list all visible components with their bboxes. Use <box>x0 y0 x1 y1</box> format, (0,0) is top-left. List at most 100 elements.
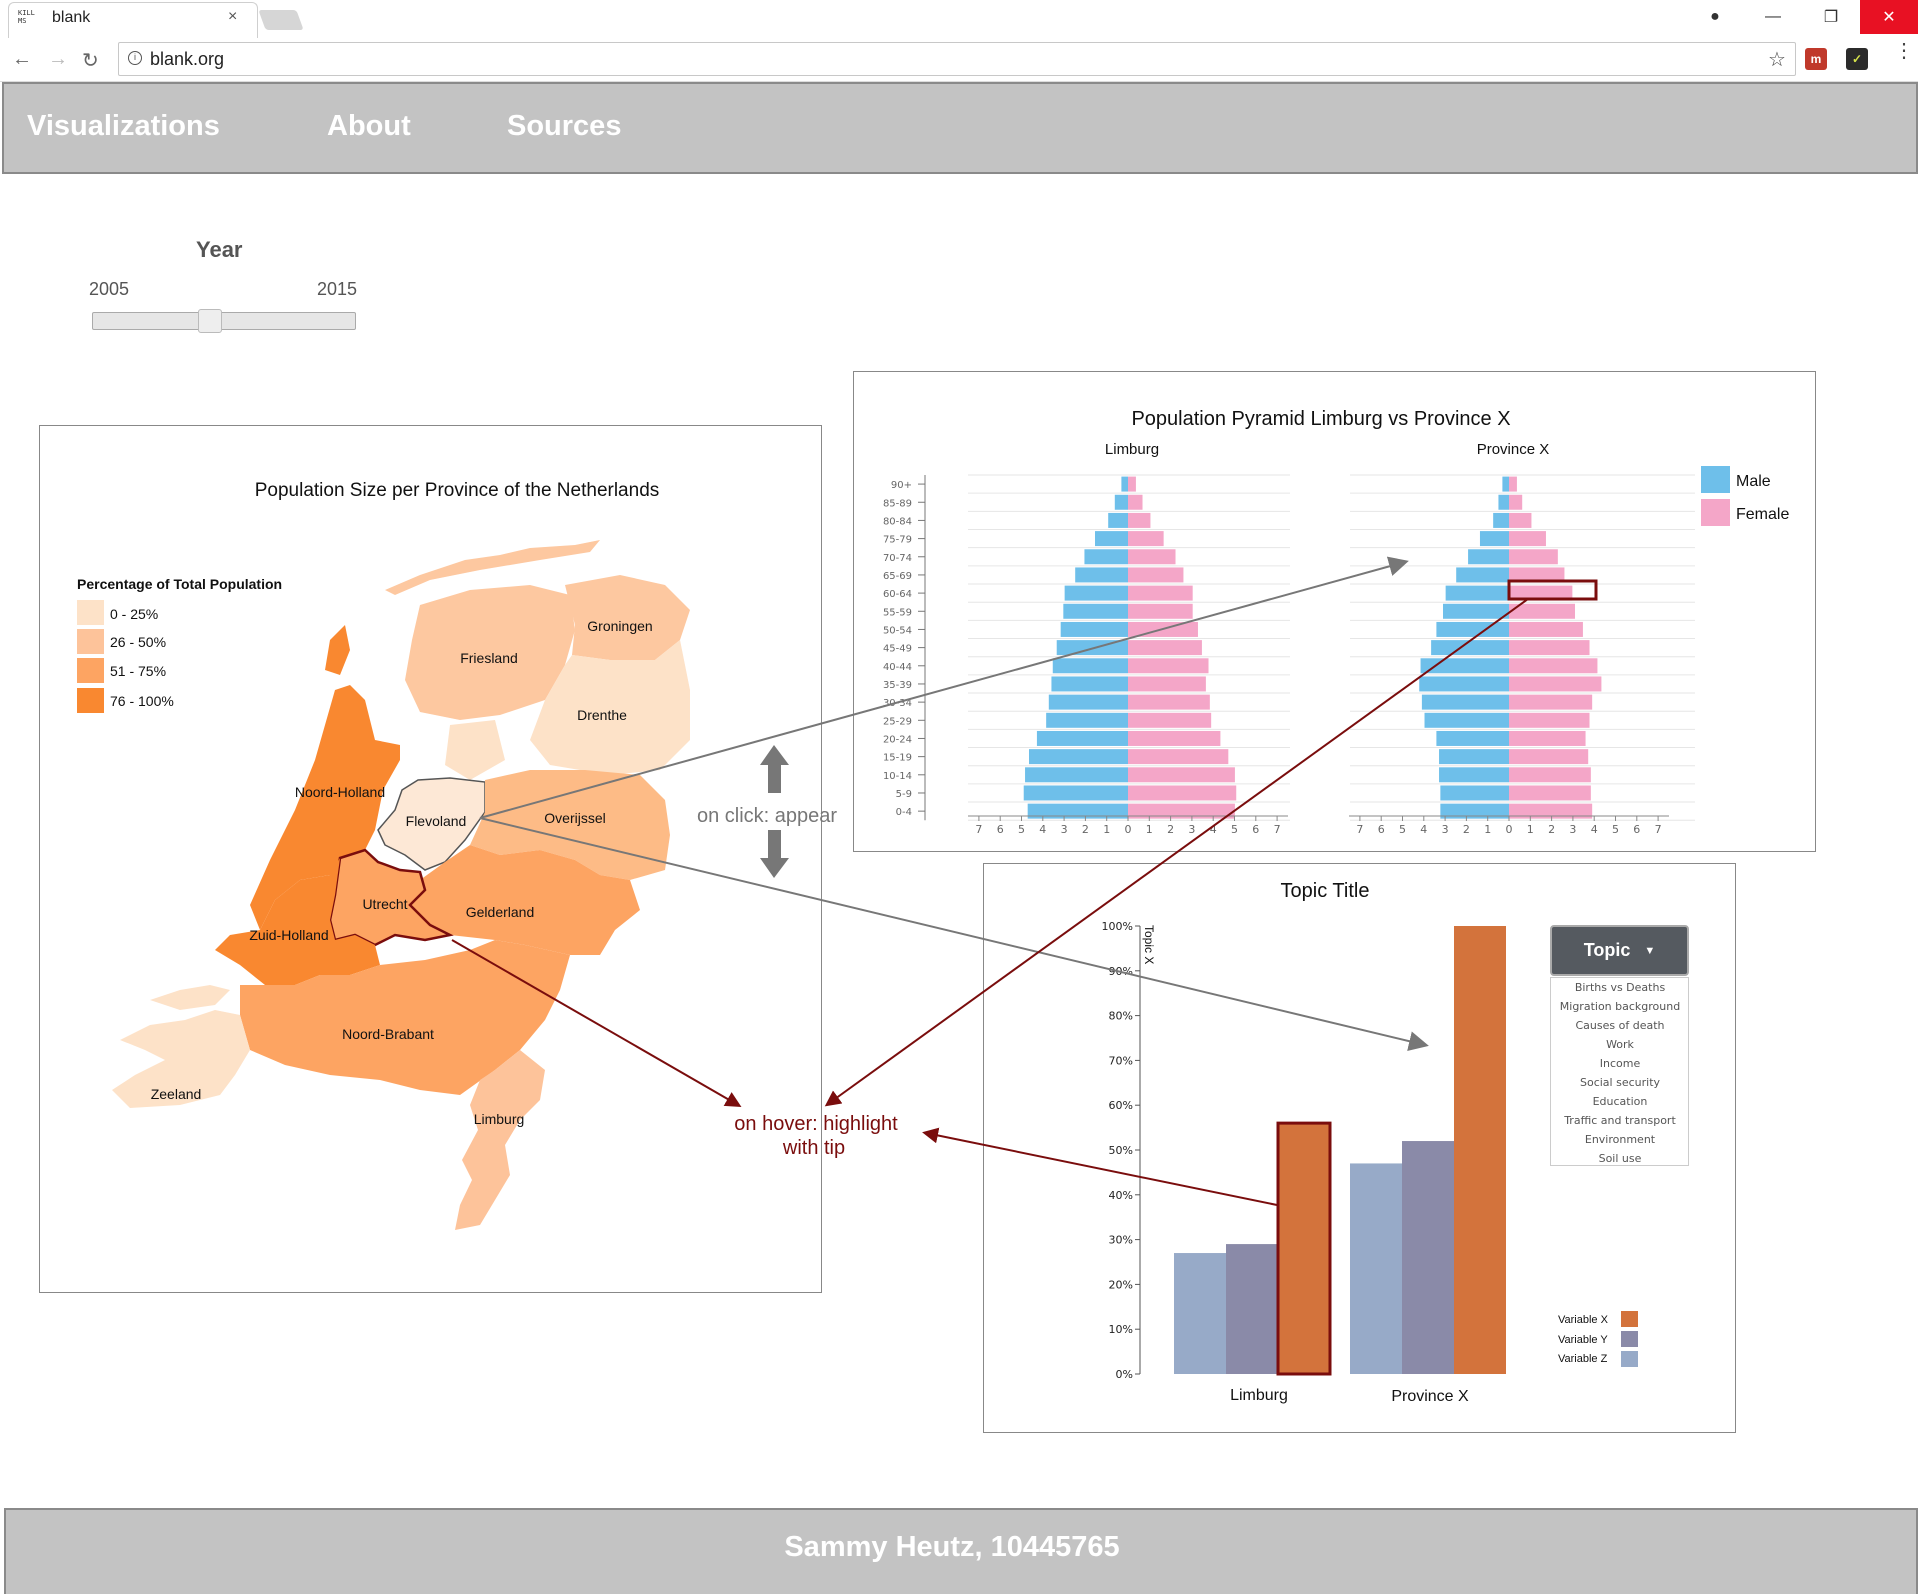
legend-swatch-3 <box>77 688 104 713</box>
pyramid-bar-male[interactable] <box>1479 531 1509 547</box>
pyramid-bar-female[interactable] <box>1128 694 1210 710</box>
pyramid-bar-male[interactable] <box>1456 567 1509 583</box>
bar-variable-y[interactable] <box>1226 1244 1278 1374</box>
pyramid-bar-female[interactable] <box>1128 549 1176 565</box>
pyramid-bar-female[interactable] <box>1128 676 1206 692</box>
topic-option-social-security[interactable]: Social security <box>1551 1073 1689 1092</box>
pyramid-bar-female[interactable] <box>1509 730 1586 746</box>
pyramid-bar-male[interactable] <box>1023 785 1128 801</box>
pyramid-bar-female[interactable] <box>1509 621 1583 637</box>
pyramid-bar-female[interactable] <box>1128 767 1235 783</box>
pyramid-bar-female[interactable] <box>1509 549 1558 565</box>
pyramid-bar-female[interactable] <box>1128 658 1209 674</box>
pyramid-bar-male[interactable] <box>1445 585 1509 601</box>
pyramid-bar-female[interactable] <box>1128 640 1202 656</box>
pyramid-bar-female[interactable] <box>1128 712 1212 728</box>
pyramid-bar-female[interactable] <box>1128 476 1136 492</box>
pyramid-axis-tick-label: 4 <box>1420 823 1427 836</box>
pyramid-bar-male[interactable] <box>1046 712 1128 728</box>
bar-legend-label-0: Variable X <box>1558 1314 1609 1326</box>
pyramid-bar-female[interactable] <box>1128 512 1151 528</box>
bar-variable-y[interactable] <box>1402 1141 1454 1374</box>
pyramid-bar-male[interactable] <box>1436 730 1509 746</box>
pyramid-bar-male[interactable] <box>1419 676 1509 692</box>
pyramid-bar-female[interactable] <box>1509 658 1598 674</box>
pyramid-bar-female[interactable] <box>1509 531 1546 547</box>
pyramid-bar-male[interactable] <box>1025 767 1128 783</box>
pyramid-bar-female[interactable] <box>1509 712 1590 728</box>
pyramid-bar-male[interactable] <box>1051 676 1128 692</box>
pyramid-bar-female[interactable] <box>1128 749 1229 765</box>
topic-dropdown-button[interactable]: Topic ▼ <box>1550 925 1689 976</box>
label-noord-brabant: Noord-Brabant <box>342 1026 434 1042</box>
pyramid-bar-female[interactable] <box>1128 785 1237 801</box>
pyramid-bar-male[interactable] <box>1424 712 1509 728</box>
pyramid-bar-male[interactable] <box>1108 512 1128 528</box>
bar-variable-x[interactable] <box>1276 1121 1332 1376</box>
map-legend: 0 - 25% 26 - 50% 51 - 75% 76 - 100% <box>77 600 174 713</box>
pyramid-bar-male[interactable] <box>1443 603 1509 619</box>
pyramid-bar-male[interactable] <box>1439 749 1509 765</box>
pyramid-bar-male[interactable] <box>1036 730 1128 746</box>
pyramid-bar-male[interactable] <box>1431 640 1509 656</box>
topic-option-environment[interactable]: Environment <box>1551 1130 1689 1149</box>
pyramid-bar-male[interactable] <box>1114 494 1128 510</box>
pyramid-bar-male[interactable] <box>1493 512 1509 528</box>
hover-annotation-line1: on hover: highlight <box>734 1113 898 1135</box>
map-title: Population Size per Province of the Neth… <box>255 480 660 501</box>
pyramid-bar-male[interactable] <box>1075 567 1128 583</box>
pyramid-bar-male[interactable] <box>1121 476 1128 492</box>
pyramid-axis-tick-label: 6 <box>1378 823 1385 836</box>
pyramid-bar-female[interactable] <box>1128 730 1221 746</box>
bar-y-tick-label: 0% <box>1116 1368 1133 1381</box>
pyramid-bar-female[interactable] <box>1128 585 1193 601</box>
pyramid-bar-female[interactable] <box>1128 603 1193 619</box>
pyramid-bar-male[interactable] <box>1439 767 1509 783</box>
topic-option-births-vs-deaths[interactable]: Births vs Deaths <box>1551 978 1689 997</box>
bar-y-axis-label: Topic X <box>1142 925 1156 964</box>
pyramid-bar-female[interactable] <box>1509 494 1523 510</box>
pyramid-bar-male[interactable] <box>1095 531 1128 547</box>
bar-variable-z[interactable] <box>1350 1163 1402 1374</box>
pyramid-axis-tick-label: 4 <box>1591 823 1598 836</box>
pyramid-bar-male[interactable] <box>1498 494 1509 510</box>
topic-option-migration-background[interactable]: Migration background <box>1551 997 1689 1016</box>
pyramid-age-labels: 90+ 85-89 80-84 75-79 70-74 65-69 60-64 55-59 50… <box>883 475 926 821</box>
label-utrecht: Utrecht <box>362 896 407 912</box>
pyramid-bar-male[interactable] <box>1048 694 1128 710</box>
pyramid-bar-male[interactable] <box>1064 585 1128 601</box>
bar-y-tick-label: 50% <box>1109 1144 1133 1157</box>
pyramid-bar-male[interactable] <box>1440 785 1509 801</box>
topic-option-traffic-and-transport[interactable]: Traffic and transport <box>1551 1111 1689 1130</box>
pyramid-bar-male[interactable] <box>1060 621 1128 637</box>
pyramid-bar-male[interactable] <box>1029 749 1128 765</box>
bar-variable-x[interactable] <box>1454 926 1506 1374</box>
pyramid-bar-female[interactable] <box>1128 567 1184 583</box>
pyramid-bar-female[interactable] <box>1128 494 1143 510</box>
pyramid-bar-female[interactable] <box>1509 767 1591 783</box>
pyramid-bar-male[interactable] <box>1052 658 1128 674</box>
topic-option-work[interactable]: Work <box>1551 1035 1689 1054</box>
pyramid-bar-female[interactable] <box>1509 785 1591 801</box>
pyramid-bar-male[interactable] <box>1063 603 1128 619</box>
pyramid-bar-male[interactable] <box>1502 476 1509 492</box>
topic-option-causes-of-death[interactable]: Causes of death <box>1551 1016 1689 1035</box>
pyramid-bar-female[interactable] <box>1509 512 1532 528</box>
pyramid-bar-male[interactable] <box>1084 549 1128 565</box>
pyramid-bar-female[interactable] <box>1509 694 1593 710</box>
pyramid-bar-female[interactable] <box>1509 749 1589 765</box>
pyramid-bar-male[interactable] <box>1421 694 1509 710</box>
topic-option-education[interactable]: Education <box>1551 1092 1689 1111</box>
pyramid-bar-female[interactable] <box>1509 640 1590 656</box>
pyramid-bar-female[interactable] <box>1509 676 1602 692</box>
bar-chart-title: Topic Title <box>1281 880 1370 902</box>
pyramid-bar-male[interactable] <box>1468 549 1509 565</box>
pyramid-bar-female[interactable] <box>1509 476 1517 492</box>
pyramid-axis-tick-label: 6 <box>1252 823 1259 836</box>
pyramid-bar-male[interactable] <box>1436 621 1509 637</box>
bar-variable-z[interactable] <box>1174 1253 1226 1374</box>
topic-option-soil-use[interactable]: Soil use <box>1551 1149 1689 1168</box>
topic-option-income[interactable]: Income <box>1551 1054 1689 1073</box>
pyramid-age-label: 85-89 <box>883 498 912 509</box>
pyramid-bar-female[interactable] <box>1128 531 1164 547</box>
